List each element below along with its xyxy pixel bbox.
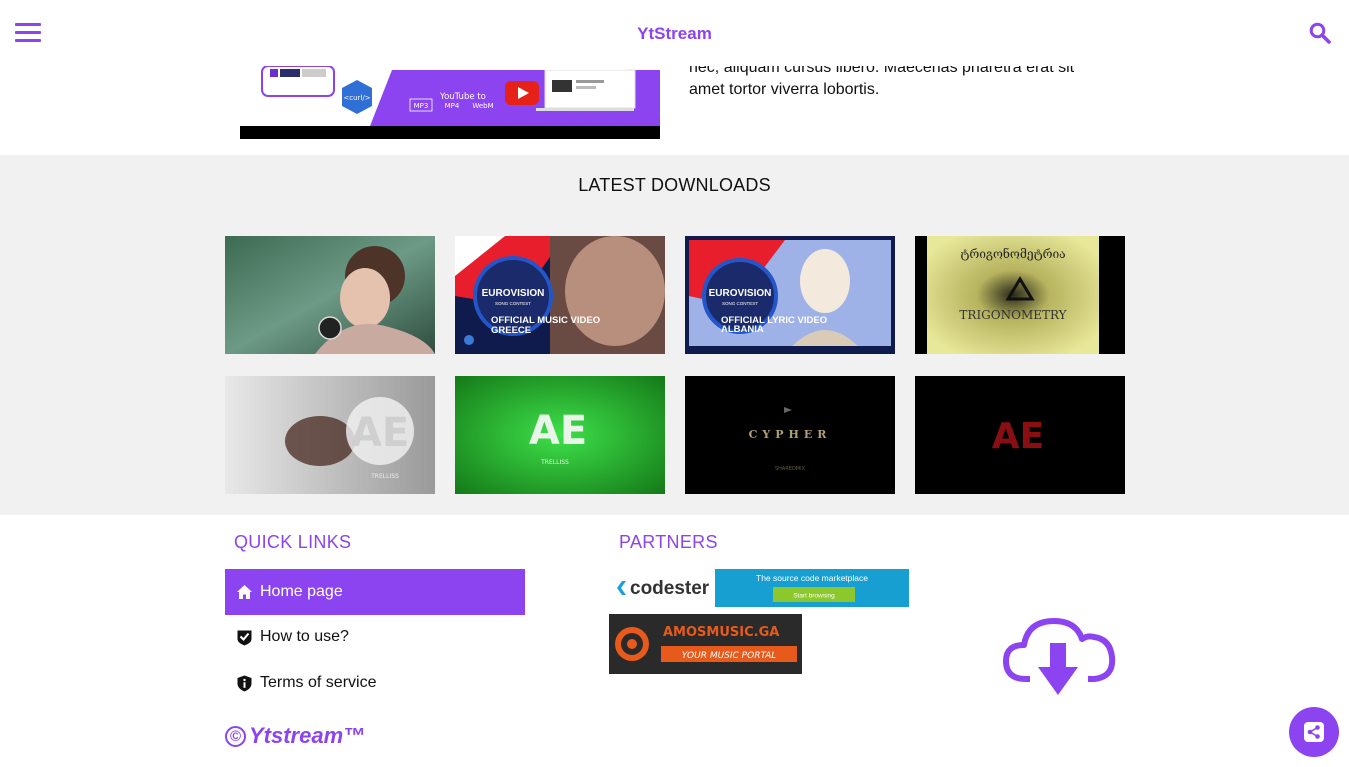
partner2-tagline: YOUR MUSIC PORTAL <box>682 651 777 661</box>
partner1-brand: codester <box>630 578 710 599</box>
page: YtStream <curl/> YouTube to MP3 MP4 WebM <box>0 0 1349 767</box>
download-thumb-6[interactable]: AE TRELLISS <box>455 376 665 494</box>
top-header: YtStream <box>0 0 1349 66</box>
thumb-2-logo: EUROVISION <box>482 288 545 299</box>
brand-title[interactable]: YtStream <box>637 24 712 43</box>
home-icon <box>237 584 252 599</box>
hero-format-mp4: MP4 <box>445 102 460 110</box>
share-icon <box>1304 722 1324 742</box>
partners-title: PARTNERS <box>619 532 718 552</box>
download-thumb-8[interactable]: AE <box>915 376 1125 494</box>
download-thumb-1[interactable] <box>225 236 435 354</box>
hamburger-menu-icon[interactable] <box>15 23 41 42</box>
cloud-download-icon <box>1003 618 1116 695</box>
copyright-text: Ytstream™ <box>249 723 366 748</box>
shield-check-icon <box>237 630 252 645</box>
hero-description: nec, aliquam cursus libero. Maecenas pha… <box>689 60 1109 104</box>
copyright: © Ytstream™ <box>225 723 365 749</box>
quick-link-terms[interactable]: Terms of service <box>225 660 525 706</box>
partner1-tagline: The source code marketplace <box>756 573 868 583</box>
hero-badge-text: <curl/> <box>343 94 370 102</box>
thumb-4-caption: TRIGONOMETRY <box>959 308 1067 322</box>
thumb-7-sub: SHAREDMIX <box>775 466 806 472</box>
thumb-3-logo-sub: SONG CONTEST <box>722 301 758 306</box>
svg-text:AE: AE <box>992 416 1044 457</box>
download-thumb-3[interactable]: EUROVISION SONG CONTEST OFFICIAL LYRIC V… <box>685 236 895 354</box>
hero-format-webm: WebM <box>472 102 493 110</box>
partner1-cta: Start browsing <box>793 593 835 600</box>
partner-codester-banner[interactable]: codester The source code marketplace Sta… <box>609 569 909 607</box>
hero-text-line-2: amet tortor viverra lobortis. <box>689 81 880 98</box>
quick-link-home-label: Home page <box>260 583 343 600</box>
hero-format-mp3: MP3 <box>414 102 429 110</box>
thumb-5-caption: TRELLISS <box>370 473 399 480</box>
download-thumb-5[interactable]: AE TRELLISS <box>225 376 435 494</box>
download-thumb-2[interactable]: EUROVISION SONG CONTEST OFFICIAL MUSIC V… <box>455 236 665 354</box>
thumb-2-logo-sub: SONG CONTEST <box>495 301 531 306</box>
shield-info-icon <box>237 675 252 691</box>
download-thumb-4[interactable]: ტრიგონომეტრია TRIGONOMETRY <box>915 236 1125 354</box>
latest-downloads-section: LATEST DOWNLOADS EUROVISION SONG CONTEST… <box>0 155 1349 515</box>
quick-link-home[interactable]: Home page <box>225 569 525 615</box>
hero-caption: YouTube to <box>439 92 486 102</box>
thumb-3-sub: ALBANIA <box>721 324 764 335</box>
thumb-7-caption: CYPHER <box>749 428 832 441</box>
copyright-symbol: © <box>225 725 246 747</box>
quick-link-how-to-use-label: How to use? <box>260 628 349 645</box>
partner2-brand: AMOSMUSIC.GA <box>663 625 779 640</box>
thumb-4-sub: ტრიგონომეტრია <box>960 246 1065 261</box>
hero-image: <curl/> YouTube to MP3 MP4 WebM <box>240 66 660 139</box>
share-button[interactable] <box>1289 707 1339 757</box>
quick-link-terms-label: Terms of service <box>260 674 377 691</box>
latest-downloads-title: LATEST DOWNLOADS <box>578 175 771 195</box>
svg-text:AE: AE <box>351 410 409 456</box>
quick-link-how-to-use[interactable]: How to use? <box>225 614 525 660</box>
search-icon[interactable] <box>1309 22 1331 44</box>
svg-text:AE: AE <box>529 408 587 454</box>
partner-amosmusic-banner[interactable]: AMOSMUSIC.GA YOUR MUSIC PORTAL <box>609 614 802 674</box>
download-thumb-7[interactable]: CYPHER SHAREDMIX <box>685 376 895 494</box>
quick-links-title: QUICK LINKS <box>234 532 352 552</box>
thumb-6-caption: TRELLISS <box>540 459 569 466</box>
thumb-2-sub: GREECE <box>491 325 531 336</box>
thumb-3-logo: EUROVISION <box>709 288 772 299</box>
